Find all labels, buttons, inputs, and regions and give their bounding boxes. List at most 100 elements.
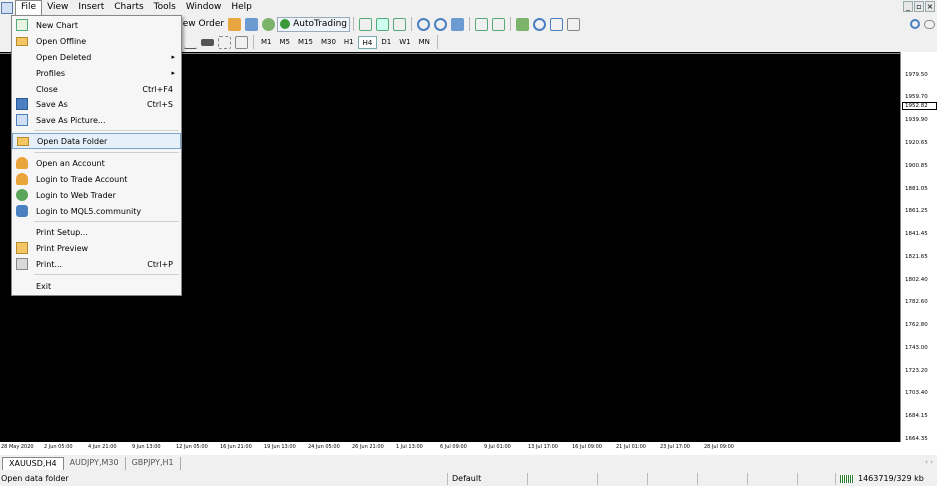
menu-view[interactable]: View xyxy=(42,0,73,15)
bar-chart-icon[interactable] xyxy=(359,17,372,31)
price-axis[interactable]: 1979.50 1959.70 1952.82 1939.90 1920.65 … xyxy=(900,52,937,442)
line-chart-icon[interactable] xyxy=(393,17,406,31)
menu-item-save-as[interactable]: Save As Ctrl+S xyxy=(12,96,181,112)
menu-separator xyxy=(34,274,179,275)
menu-item-label: Print... xyxy=(36,259,63,269)
time-label: 2 Jun 05:00 xyxy=(44,444,73,450)
time-axis[interactable]: 28 May 2020 2 Jun 05:00 4 Jun 21:00 9 Ju… xyxy=(0,442,937,455)
signals-icon[interactable] xyxy=(262,17,276,31)
rectangle-icon[interactable] xyxy=(201,38,214,46)
menu-item-label: Login to Web Trader xyxy=(36,190,116,200)
time-label: 23 Jul 17:00 xyxy=(660,444,690,450)
timeframe-m15[interactable]: M15 xyxy=(294,36,317,49)
status-separator xyxy=(747,473,748,485)
new-order-button[interactable]: New Order xyxy=(176,17,226,32)
candlestick-icon[interactable] xyxy=(376,17,389,31)
tile-windows-icon[interactable] xyxy=(451,17,464,31)
menu-item-label: Login to Trade Account xyxy=(36,174,128,184)
app-icon[interactable] xyxy=(1,1,13,14)
menu-item-label: Open Data Folder xyxy=(37,136,108,146)
templates-icon[interactable] xyxy=(550,17,563,31)
status-separator xyxy=(447,473,448,485)
timeframe-m1[interactable]: M1 xyxy=(257,36,276,49)
menu-item-profiles[interactable]: Profiles ▸ xyxy=(12,65,181,81)
menu-tools[interactable]: Tools xyxy=(149,0,181,15)
zoom-in-icon[interactable] xyxy=(417,17,430,31)
menu-separator xyxy=(34,221,179,222)
price-label: 1920.65 xyxy=(905,140,928,146)
picture-icon xyxy=(16,114,28,126)
menu-item-open-deleted[interactable]: Open Deleted ▸ xyxy=(12,49,181,65)
menu-charts[interactable]: Charts xyxy=(109,0,148,15)
menu-item-label: Open Deleted xyxy=(36,52,92,62)
timeframe-m5[interactable]: M5 xyxy=(276,36,295,49)
menu-item-login-web-trader[interactable]: Login to Web Trader xyxy=(12,187,181,203)
price-label: 1743.00 xyxy=(905,345,928,351)
screenshot-icon[interactable] xyxy=(567,17,580,31)
time-label: 28 May 2020 xyxy=(1,444,34,450)
current-price-label: 1952.82 xyxy=(902,102,937,110)
menu-item-label: Exit xyxy=(36,281,52,291)
autoscroll-icon[interactable] xyxy=(492,17,505,31)
close-icon[interactable]: × xyxy=(925,1,935,12)
autotrading-icon xyxy=(280,19,291,29)
fibonacci-icon[interactable] xyxy=(184,36,197,49)
menu-item-open-account[interactable]: Open an Account xyxy=(12,155,181,171)
menu-window[interactable]: Window xyxy=(181,0,227,15)
menu-insert[interactable]: Insert xyxy=(73,0,109,15)
menu-item-label: Save As xyxy=(36,99,68,109)
menu-item-label: Close xyxy=(36,84,58,94)
periods-icon[interactable] xyxy=(533,17,546,31)
timeframe-h4[interactable]: H4 xyxy=(357,35,378,49)
menu-item-exit[interactable]: Exit xyxy=(12,278,181,294)
navigator-icon[interactable] xyxy=(245,17,259,31)
mql5-icon xyxy=(16,205,28,217)
menu-item-close[interactable]: Close Ctrl+F4 xyxy=(12,81,181,97)
status-traffic: 1463719/329 kb xyxy=(858,474,924,483)
menu-separator xyxy=(34,130,179,131)
menu-item-login-mql5[interactable]: Login to MQL5.community xyxy=(12,203,181,219)
text-icon[interactable] xyxy=(218,35,231,49)
market-watch-icon[interactable] xyxy=(228,17,242,31)
menu-item-label: New Chart xyxy=(36,20,78,30)
price-label: 1841.45 xyxy=(905,231,928,237)
menu-item-new-chart[interactable]: New Chart xyxy=(12,17,181,33)
tab-audjpy-m30[interactable]: AUDJPY,M30 xyxy=(64,457,126,470)
tab-xauusd-h4[interactable]: XAUUSD,H4 xyxy=(2,457,64,470)
timeframe-d1[interactable]: D1 xyxy=(377,36,395,49)
timeframe-m30[interactable]: M30 xyxy=(317,36,340,49)
menu-item-save-as-picture[interactable]: Save As Picture... xyxy=(12,112,181,128)
menu-file[interactable]: File xyxy=(15,0,43,15)
price-label: 1881.05 xyxy=(905,186,928,192)
menu-item-open-offline[interactable]: Open Offline xyxy=(12,33,181,49)
time-label: 21 Jul 01:00 xyxy=(616,444,646,450)
restore-icon[interactable]: ▫ xyxy=(914,1,924,12)
menu-item-print-setup[interactable]: Print Setup... xyxy=(12,224,181,240)
connection-bars-icon[interactable] xyxy=(840,475,854,483)
timeframe-h1[interactable]: H1 xyxy=(340,36,358,49)
indicators-icon[interactable] xyxy=(516,17,529,31)
timeframe-mn[interactable]: MN xyxy=(415,36,434,49)
menu-item-print-preview[interactable]: Print Preview xyxy=(12,240,181,256)
price-label: 1900.85 xyxy=(905,163,928,169)
minimize-icon[interactable]: _ xyxy=(903,1,913,12)
tab-scroll-arrows-icon[interactable]: ‹ › xyxy=(925,458,933,466)
tab-gbpjpy-h1[interactable]: GBPJPY,H1 xyxy=(126,457,181,470)
toolbar-separator xyxy=(411,17,412,31)
autotrading-button[interactable]: AutoTrading xyxy=(277,16,350,32)
timeframe-w1[interactable]: W1 xyxy=(395,36,414,49)
menu-item-login-trade-account[interactable]: Login to Trade Account xyxy=(12,171,181,187)
arrows-icon[interactable] xyxy=(235,35,248,49)
search-icon[interactable] xyxy=(910,19,920,29)
menu-item-label: Print Preview xyxy=(36,243,89,253)
menu-item-print[interactable]: Print... Ctrl+P xyxy=(12,256,181,272)
time-label: 9 Jun 13:00 xyxy=(132,444,161,450)
menu-help[interactable]: Help xyxy=(226,0,257,15)
chart-shift-icon[interactable] xyxy=(475,17,488,31)
menu-item-open-data-folder[interactable]: Open Data Folder xyxy=(12,133,181,149)
login-icon xyxy=(16,173,28,185)
chat-icon[interactable] xyxy=(924,19,935,29)
price-label: 1802.40 xyxy=(905,277,928,283)
zoom-out-icon[interactable] xyxy=(434,17,447,31)
new-chart-icon xyxy=(16,19,28,31)
